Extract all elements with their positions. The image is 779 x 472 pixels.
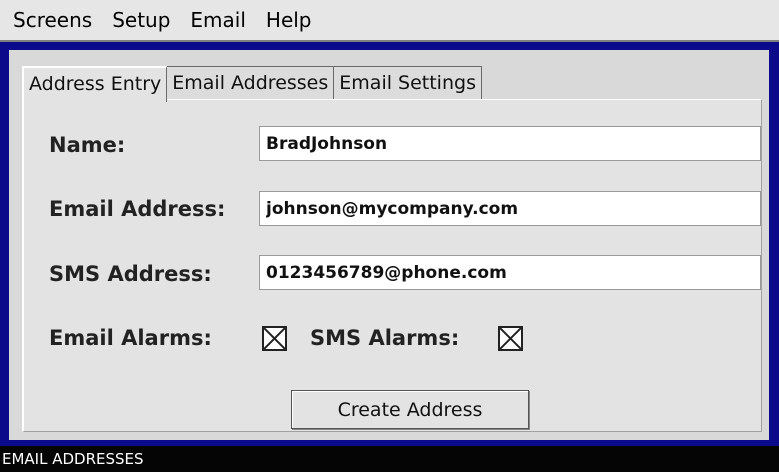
sms-address-label: SMS Address: bbox=[49, 262, 212, 286]
email-address-field[interactable] bbox=[259, 191, 761, 226]
tab-address-entry[interactable]: Address Entry bbox=[22, 66, 168, 102]
sms-alarms-label: SMS Alarms: bbox=[310, 326, 460, 350]
name-label: Name: bbox=[49, 133, 126, 157]
menu-bar: Screens Setup Email Help bbox=[0, 0, 779, 42]
tab-strip: Address Entry Email Addresses Email Sett… bbox=[22, 66, 482, 102]
tab-email-settings[interactable]: Email Settings bbox=[333, 66, 482, 100]
menu-email[interactable]: Email bbox=[180, 8, 256, 32]
check-x-icon bbox=[264, 328, 285, 349]
create-address-button[interactable]: Create Address bbox=[291, 390, 529, 429]
menu-screens[interactable]: Screens bbox=[0, 8, 102, 32]
address-entry-panel: Name: Email Address: SMS Address: Email … bbox=[22, 99, 762, 432]
check-x-icon bbox=[500, 328, 521, 349]
menu-setup[interactable]: Setup bbox=[102, 8, 180, 32]
email-alarms-label: Email Alarms: bbox=[49, 326, 212, 350]
email-address-label: Email Address: bbox=[49, 197, 226, 221]
sms-alarms-checkbox[interactable] bbox=[498, 326, 523, 351]
content-area: Address Entry Email Addresses Email Sett… bbox=[9, 50, 769, 440]
menu-help[interactable]: Help bbox=[256, 8, 322, 32]
status-bar: EMAIL ADDRESSES bbox=[0, 446, 779, 472]
status-text: EMAIL ADDRESSES bbox=[2, 450, 144, 468]
name-field[interactable] bbox=[259, 126, 761, 161]
tab-email-addresses[interactable]: Email Addresses bbox=[166, 66, 335, 100]
email-alarms-checkbox[interactable] bbox=[262, 326, 287, 351]
sms-address-field[interactable] bbox=[259, 255, 761, 290]
